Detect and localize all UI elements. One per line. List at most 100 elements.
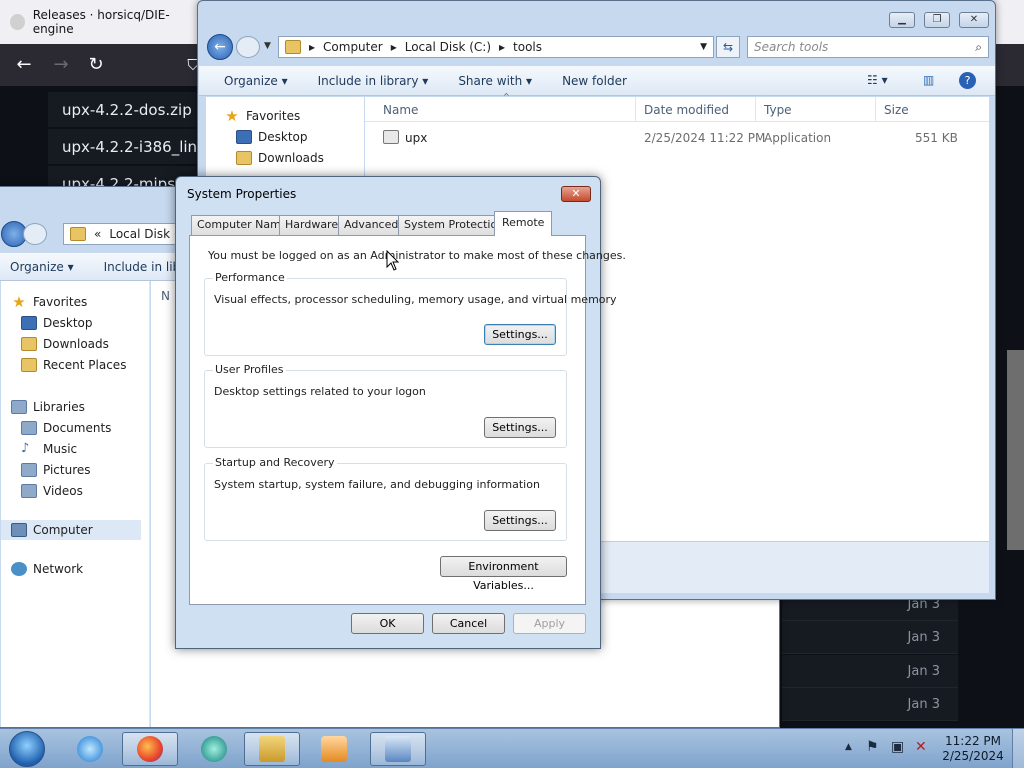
new-folder-button[interactable]: New folder bbox=[562, 74, 627, 88]
preview-pane-icon[interactable]: ▥ bbox=[923, 73, 934, 87]
back-nav-icon[interactable]: ← bbox=[207, 34, 233, 60]
file-row[interactable]: upx 2/25/2024 11:22 PM Application 551 K… bbox=[365, 127, 965, 149]
windows-explorer-icon[interactable] bbox=[244, 732, 300, 766]
breadcrumb-item[interactable]: tools bbox=[513, 40, 542, 54]
sort-arrow-icon: ^ bbox=[503, 92, 510, 101]
breadcrumb-sep-icon: ▸ bbox=[499, 40, 506, 54]
environment-variables-button[interactable]: Environment Variables... bbox=[440, 556, 567, 592]
forward-nav-icon[interactable] bbox=[236, 36, 260, 58]
include-library-menu[interactable]: Include in library ▾ bbox=[318, 74, 429, 88]
system-properties-dialog: System Properties ✕ Computer Name Hardwa… bbox=[175, 176, 626, 649]
forward-arrow-icon[interactable]: → bbox=[50, 54, 72, 76]
help-icon[interactable]: ? bbox=[959, 72, 976, 89]
column-header-name[interactable]: Name bbox=[383, 103, 418, 117]
asset-link[interactable]: upx-4.2.2-dos.zip bbox=[48, 92, 208, 128]
performance-group: Performance Visual effects, processor sc… bbox=[204, 271, 617, 356]
asset-date: Jan 3 bbox=[782, 621, 958, 654]
nav-computer[interactable]: Computer bbox=[33, 523, 93, 537]
star-icon: ★ bbox=[225, 107, 239, 125]
start-button[interactable] bbox=[9, 731, 45, 767]
refresh-icon[interactable]: ⇆ bbox=[716, 36, 740, 58]
address-bar[interactable]: ▸ Computer ▸ Local Disk (C:) ▸ tools ▼ bbox=[278, 36, 714, 58]
tab-advanced[interactable]: Advanced bbox=[338, 215, 405, 235]
star-icon: ★ bbox=[12, 293, 26, 311]
apply-button[interactable]: Apply bbox=[513, 613, 586, 634]
close-icon[interactable]: ✕ bbox=[561, 186, 591, 202]
column-divider bbox=[635, 97, 636, 122]
breadcrumb-item[interactable]: Computer bbox=[323, 40, 383, 54]
organize-menu[interactable]: Organize ▾ bbox=[224, 74, 288, 88]
breadcrumb-item[interactable]: Local Disk (C:) bbox=[405, 40, 491, 54]
network-status-icon[interactable]: ▣ bbox=[891, 739, 904, 755]
page-scrollbar[interactable] bbox=[1007, 350, 1024, 550]
nav-downloads[interactable]: Downloads bbox=[43, 337, 109, 351]
firefox-icon[interactable] bbox=[122, 732, 178, 766]
performance-settings-button[interactable]: Settings... bbox=[484, 324, 556, 345]
ok-button[interactable]: OK bbox=[351, 613, 424, 634]
nav-documents[interactable]: Documents bbox=[43, 421, 111, 435]
forward-nav-icon[interactable] bbox=[23, 223, 47, 245]
videos-icon bbox=[21, 484, 37, 498]
internet-explorer-icon[interactable] bbox=[62, 732, 118, 766]
column-divider bbox=[755, 97, 756, 122]
maximize-icon[interactable]: ❐ bbox=[924, 12, 950, 28]
volume-muted-icon[interactable]: ✕ bbox=[915, 739, 927, 755]
nav-libraries[interactable]: Libraries bbox=[33, 400, 85, 414]
user-profiles-settings-button[interactable]: Settings... bbox=[484, 417, 556, 438]
dialog-title: System Properties bbox=[187, 187, 297, 201]
music-icon: ♪ bbox=[21, 441, 30, 456]
asset-link[interactable]: upx-4.2.2-i386_linux bbox=[48, 129, 208, 165]
clock[interactable]: 11:22 PM 2/25/2024 bbox=[942, 734, 1004, 764]
nav-desktop[interactable]: Desktop bbox=[43, 316, 93, 330]
chevron-icon: « bbox=[94, 227, 102, 241]
show-hidden-icons-icon[interactable]: ▲ bbox=[845, 742, 852, 752]
nav-network[interactable]: Network bbox=[33, 562, 83, 576]
taskbar: ▲ ⚑ ▣ ✕ 11:22 PM 2/25/2024 bbox=[0, 728, 1024, 768]
startup-recovery-group: Startup and Recovery System startup, sys… bbox=[204, 456, 567, 541]
nav-downloads[interactable]: Downloads bbox=[258, 151, 324, 165]
startup-recovery-description: System startup, system failure, and debu… bbox=[214, 478, 540, 491]
nav-recent-places[interactable]: Recent Places bbox=[43, 358, 126, 372]
share-with-menu[interactable]: Share with ▾ bbox=[458, 74, 532, 88]
admin-note: You must be logged on as an Administrato… bbox=[208, 249, 626, 262]
reload-icon[interactable]: ↻ bbox=[85, 54, 107, 76]
cancel-button[interactable]: Cancel bbox=[432, 613, 505, 634]
nav-favorites[interactable]: Favorites bbox=[246, 109, 300, 123]
downloads-icon bbox=[21, 337, 37, 351]
application-icon bbox=[383, 130, 399, 144]
search-input[interactable]: Search tools ⌕ bbox=[747, 36, 989, 58]
show-desktop-button[interactable] bbox=[1012, 729, 1024, 768]
view-options-icon[interactable]: ☷ ▾ bbox=[867, 73, 888, 87]
back-arrow-icon[interactable]: ← bbox=[13, 54, 35, 76]
tab-remote[interactable]: Remote bbox=[494, 211, 553, 236]
column-header-size[interactable]: Size bbox=[884, 103, 909, 117]
column-header-type[interactable]: Type bbox=[764, 103, 792, 117]
browser-tab[interactable]: Releases · horsicq/DIE-engine bbox=[6, 6, 196, 38]
nav-favorites[interactable]: Favorites bbox=[33, 295, 87, 309]
pictures-icon bbox=[21, 463, 37, 477]
startup-recovery-settings-button[interactable]: Settings... bbox=[484, 510, 556, 531]
recent-pages-icon[interactable]: ▼ bbox=[264, 41, 271, 51]
nav-videos[interactable]: Videos bbox=[43, 484, 83, 498]
address-dropdown-icon[interactable]: ▼ bbox=[700, 42, 707, 52]
nav-music[interactable]: Music bbox=[43, 442, 77, 456]
performance-legend: Performance bbox=[213, 271, 287, 284]
nav-pictures[interactable]: Pictures bbox=[43, 463, 91, 477]
organize-menu[interactable]: Organize ▾ bbox=[10, 260, 74, 274]
action-center-flag-icon[interactable]: ⚑ bbox=[866, 739, 879, 755]
media-player-icon[interactable] bbox=[306, 732, 362, 766]
system-properties-taskbar-icon[interactable] bbox=[370, 732, 426, 766]
file-name[interactable]: upx bbox=[405, 131, 427, 145]
file-type: Application bbox=[764, 131, 832, 145]
github-icon bbox=[10, 14, 25, 30]
minimize-icon[interactable]: ▁ bbox=[889, 12, 915, 28]
tab-hardware[interactable]: Hardware bbox=[279, 215, 345, 235]
app-globe-icon[interactable] bbox=[186, 732, 242, 766]
column-header-name[interactable]: N bbox=[161, 289, 170, 303]
search-icon[interactable]: ⌕ bbox=[975, 40, 982, 55]
column-header-date[interactable]: Date modified bbox=[644, 103, 729, 117]
downloads-icon bbox=[236, 151, 252, 165]
nav-desktop[interactable]: Desktop bbox=[258, 130, 308, 144]
close-icon[interactable]: ✕ bbox=[959, 12, 989, 28]
user-profiles-legend: User Profiles bbox=[213, 363, 286, 376]
